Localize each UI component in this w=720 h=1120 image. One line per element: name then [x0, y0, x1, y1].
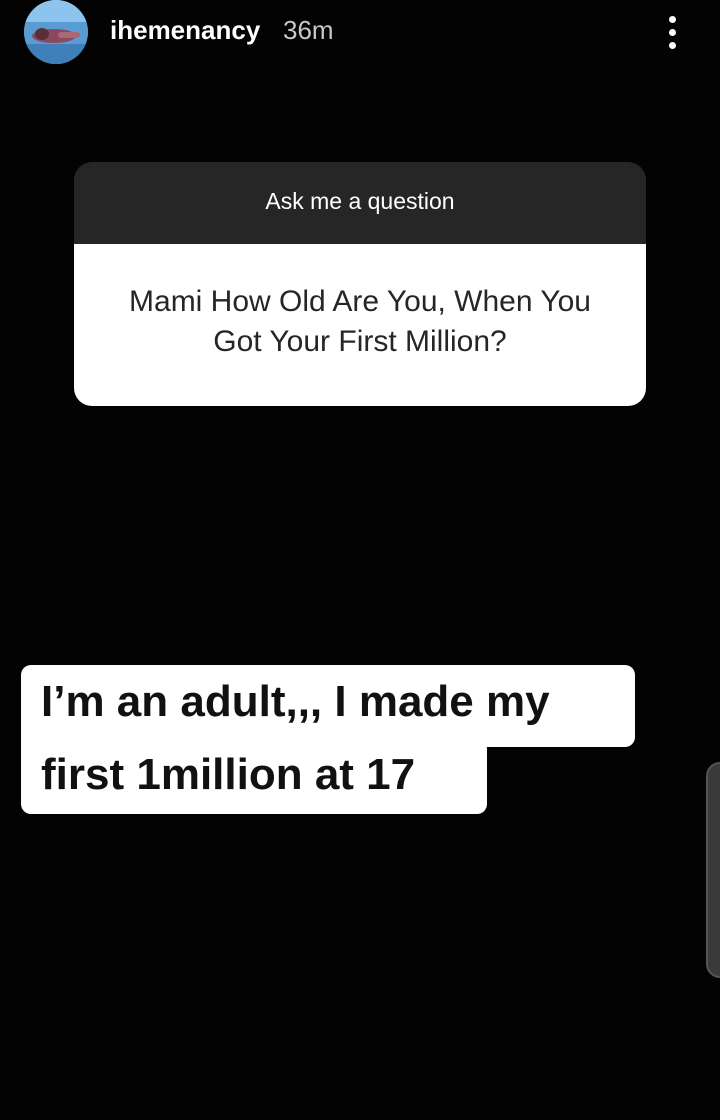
answer-line-1: I’m an adult,,, I made my: [21, 665, 635, 747]
post-time: 36m: [283, 15, 334, 45]
story-header: ihemenancy 36m: [0, 0, 720, 64]
answer-line-2: first 1million at 17: [21, 739, 487, 814]
question-sticker-title: Ask me a question: [265, 187, 455, 214]
question-sticker[interactable]: Ask me a question Mami How Old Are You, …: [74, 162, 646, 406]
avatar-image: [24, 0, 88, 64]
more-options-button[interactable]: [656, 12, 688, 52]
more-vertical-icon: [668, 15, 676, 23]
question-sticker-header: Ask me a question: [74, 162, 646, 244]
story-screen: ihemenancy 36m Ask me a question Mami Ho…: [0, 0, 720, 1120]
username[interactable]: ihemenancy: [110, 14, 260, 46]
side-panel-handle[interactable]: [706, 762, 720, 978]
more-vertical-icon-dot: [668, 28, 676, 36]
more-vertical-icon-dot: [668, 41, 676, 49]
question-text: Mami How Old Are You, When You Got Your …: [129, 285, 591, 358]
question-sticker-body: Mami How Old Are You, When You Got Your …: [74, 244, 646, 406]
avatar[interactable]: [24, 0, 88, 64]
